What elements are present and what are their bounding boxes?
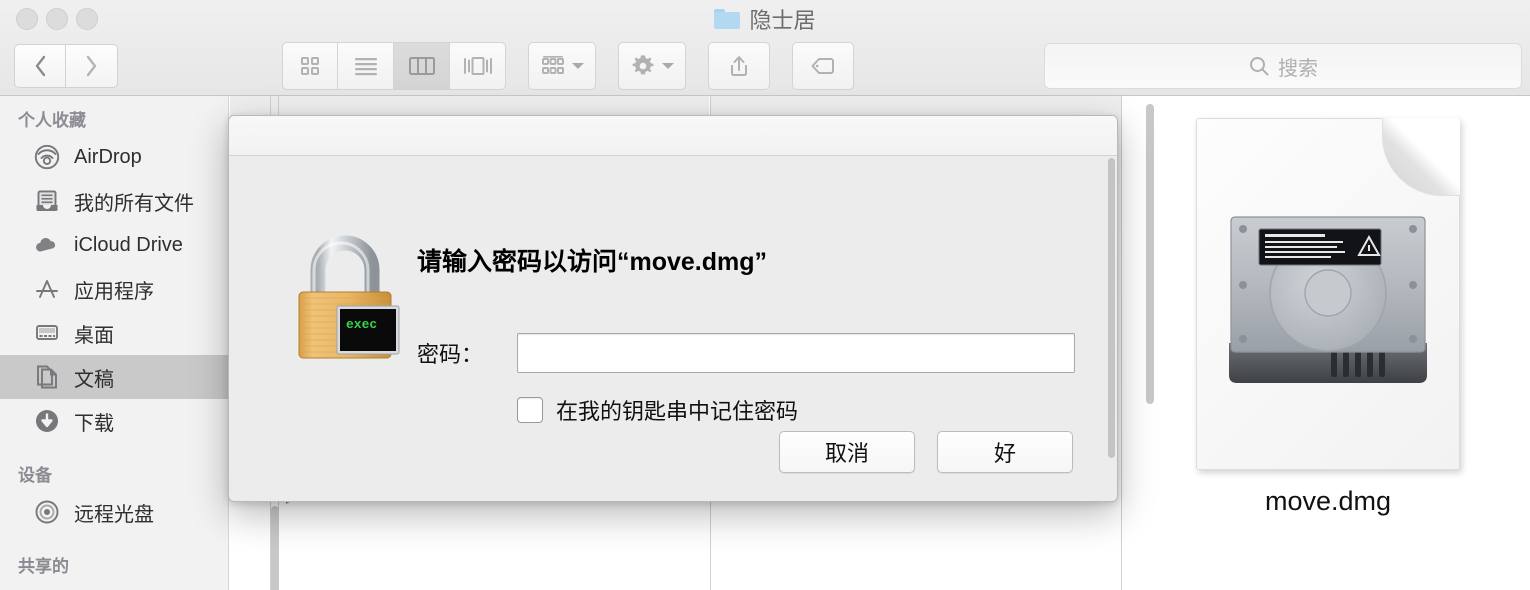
search-placeholder: 搜索 xyxy=(1278,57,1318,80)
sidebar-item-label: iCloud Drive xyxy=(74,233,183,256)
coverflow-view-button[interactable] xyxy=(450,42,506,90)
list-lines-icon xyxy=(354,58,377,76)
all-my-files-icon xyxy=(33,187,61,215)
file-item-move-dmg[interactable]: move.dmg xyxy=(1188,118,1468,517)
sidebar-item-desktop[interactable]: 桌面 xyxy=(0,311,228,355)
finder-window: move.dmg 个人收藏 AirDrop 我的所有文件 iCloud Driv… xyxy=(0,0,1530,590)
view-mode-segmented-control xyxy=(282,42,506,90)
sidebar-section-header-devices: 设备 xyxy=(18,466,52,485)
tag-icon xyxy=(811,58,834,74)
column-scrollbar[interactable] xyxy=(1146,104,1154,404)
back-button[interactable] xyxy=(14,44,66,88)
sidebar-item-airdrop[interactable]: AirDrop xyxy=(0,135,228,179)
dialog-titlebar[interactable] xyxy=(229,116,1117,156)
columns-icon xyxy=(408,57,435,75)
ok-button[interactable]: 好 xyxy=(937,431,1073,473)
hard-drive-glyph xyxy=(1229,216,1427,383)
share-button[interactable] xyxy=(708,42,770,90)
chevron-right-icon xyxy=(86,55,97,77)
sidebar-section-header-shared: 共享的 xyxy=(18,557,69,576)
search-input[interactable]: 搜索 xyxy=(1044,43,1522,89)
dialog-heading: 请输入密码以访问“move.dmg” xyxy=(417,248,768,276)
airdrop-icon xyxy=(33,143,61,171)
disk-image-icon xyxy=(1196,118,1460,470)
forward-button[interactable] xyxy=(66,44,118,88)
padlock-badge-text: exec xyxy=(346,317,377,332)
page-title: 隐士居 xyxy=(749,8,816,33)
column-view-button[interactable] xyxy=(394,42,450,90)
icloud-icon xyxy=(33,231,61,259)
padlock-exec-icon: exec xyxy=(285,224,405,374)
downloads-icon xyxy=(33,407,61,435)
sidebar-item-label: AirDrop xyxy=(74,145,142,168)
gear-icon xyxy=(632,55,654,75)
toolbar xyxy=(282,42,854,90)
remote-disc-icon xyxy=(33,498,61,526)
sidebar-item-label: 桌面 xyxy=(74,324,114,347)
remember-password-label: 在我的钥匙串中记住密码 xyxy=(556,399,799,424)
sidebar-item-applications[interactable]: 应用程序 xyxy=(0,267,228,311)
window-title-bar: 隐士居 xyxy=(0,0,1530,38)
sidebar-item-label: 我的所有文件 xyxy=(74,192,194,215)
dialog-button-row: 取消 好 xyxy=(779,431,1073,473)
arrange-icon xyxy=(542,56,564,74)
password-dialog: exec 请输入密码以访问“move.dmg” 密码： 在我的钥匙串中记住密码 … xyxy=(228,115,1118,502)
sidebar-item-all-my-files[interactable]: 我的所有文件 xyxy=(0,179,228,223)
sidebar-item-downloads[interactable]: 下载 xyxy=(0,399,228,443)
applications-icon xyxy=(33,275,61,303)
icon-view-button[interactable] xyxy=(282,42,338,90)
chevron-down-icon xyxy=(662,63,674,69)
sidebar-item-documents[interactable]: 文稿 xyxy=(0,355,228,399)
sidebar-item-label: 下载 xyxy=(74,412,114,435)
grid-icon xyxy=(301,57,319,75)
remember-password-checkbox[interactable] xyxy=(517,397,543,423)
sidebar-item-remote-disc[interactable]: 远程光盘 xyxy=(0,490,228,534)
folder-icon xyxy=(714,9,741,29)
dialog-body: exec 请输入密码以访问“move.dmg” 密码： 在我的钥匙串中记住密码 … xyxy=(229,156,1117,501)
file-item-label: move.dmg xyxy=(1264,486,1392,516)
tags-button[interactable] xyxy=(792,42,854,90)
cancel-button[interactable]: 取消 xyxy=(779,431,915,473)
sidebar-item-label: 应用程序 xyxy=(74,280,154,303)
page-fold-corner xyxy=(1382,118,1460,196)
share-icon xyxy=(731,56,747,76)
desktop-icon xyxy=(33,319,61,347)
list-view-button[interactable] xyxy=(338,42,394,90)
column-divider[interactable] xyxy=(1121,96,1122,590)
sidebar: 个人收藏 AirDrop 我的所有文件 iCloud Drive 应用程序 桌面… xyxy=(0,96,229,590)
coverflow-icon xyxy=(463,57,492,75)
password-field[interactable] xyxy=(517,333,1075,373)
sidebar-item-label: 文稿 xyxy=(74,368,114,391)
chevron-down-icon xyxy=(572,63,584,69)
search-icon xyxy=(1250,57,1269,76)
sidebar-section-header-favorites: 个人收藏 xyxy=(18,111,86,130)
password-row: 密码： xyxy=(417,333,1075,373)
chevron-left-icon xyxy=(35,55,45,77)
sidebar-item-label: 远程光盘 xyxy=(74,503,154,526)
remember-password-row[interactable]: 在我的钥匙串中记住密码 xyxy=(517,394,798,426)
navigation-buttons xyxy=(14,44,118,88)
sidebar-item-icloud-drive[interactable]: iCloud Drive xyxy=(0,223,228,267)
arrange-button[interactable] xyxy=(528,42,596,90)
column-scrollbar[interactable] xyxy=(271,506,279,590)
window-toolbar: 隐士居 搜索 xyxy=(0,0,1530,96)
dialog-scrollbar[interactable] xyxy=(1108,158,1115,458)
documents-icon xyxy=(33,363,61,391)
password-label: 密码： xyxy=(417,342,484,367)
action-gear-button[interactable] xyxy=(618,42,686,90)
